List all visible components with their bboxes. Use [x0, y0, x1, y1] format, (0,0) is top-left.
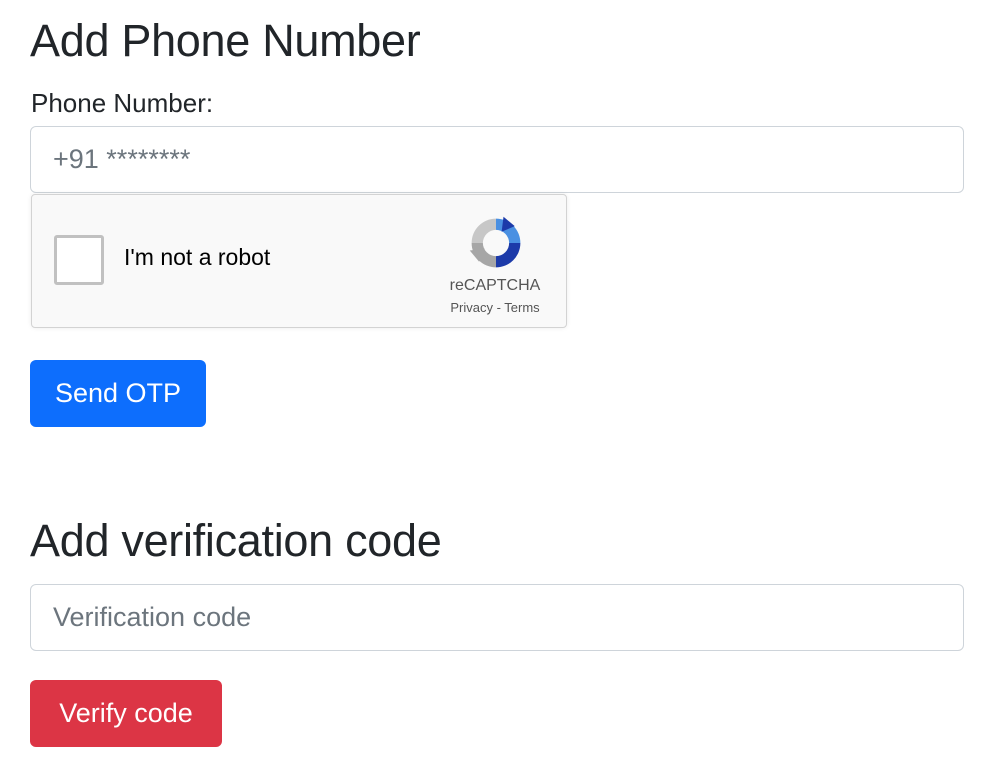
recaptcha-links: Privacy - Terms	[412, 300, 578, 315]
recaptcha-brand: reCAPTCHA	[449, 277, 541, 294]
verification-code-input[interactable]	[30, 584, 964, 651]
verify-code-button[interactable]: Verify code	[30, 680, 222, 747]
send-otp-button[interactable]: Send OTP	[30, 360, 206, 427]
recaptcha-terms-link[interactable]: Terms	[504, 300, 539, 315]
recaptcha-privacy-link[interactable]: Privacy	[450, 300, 493, 315]
verify-section-title: Add verification code	[30, 515, 442, 566]
recaptcha-link-separator: -	[492, 300, 505, 315]
recaptcha-checkbox-label: I'm not a robot	[124, 244, 271, 270]
recaptcha-logo-icon	[469, 216, 521, 268]
recaptcha-checkbox[interactable]	[54, 235, 104, 285]
recaptcha-widget: I'm not a robot reCAPTCHA Privacy - Term…	[31, 194, 567, 328]
phone-number-label: Phone Number:	[31, 88, 214, 118]
phone-number-input[interactable]	[30, 126, 964, 193]
phone-section-title: Add Phone Number	[30, 15, 421, 66]
